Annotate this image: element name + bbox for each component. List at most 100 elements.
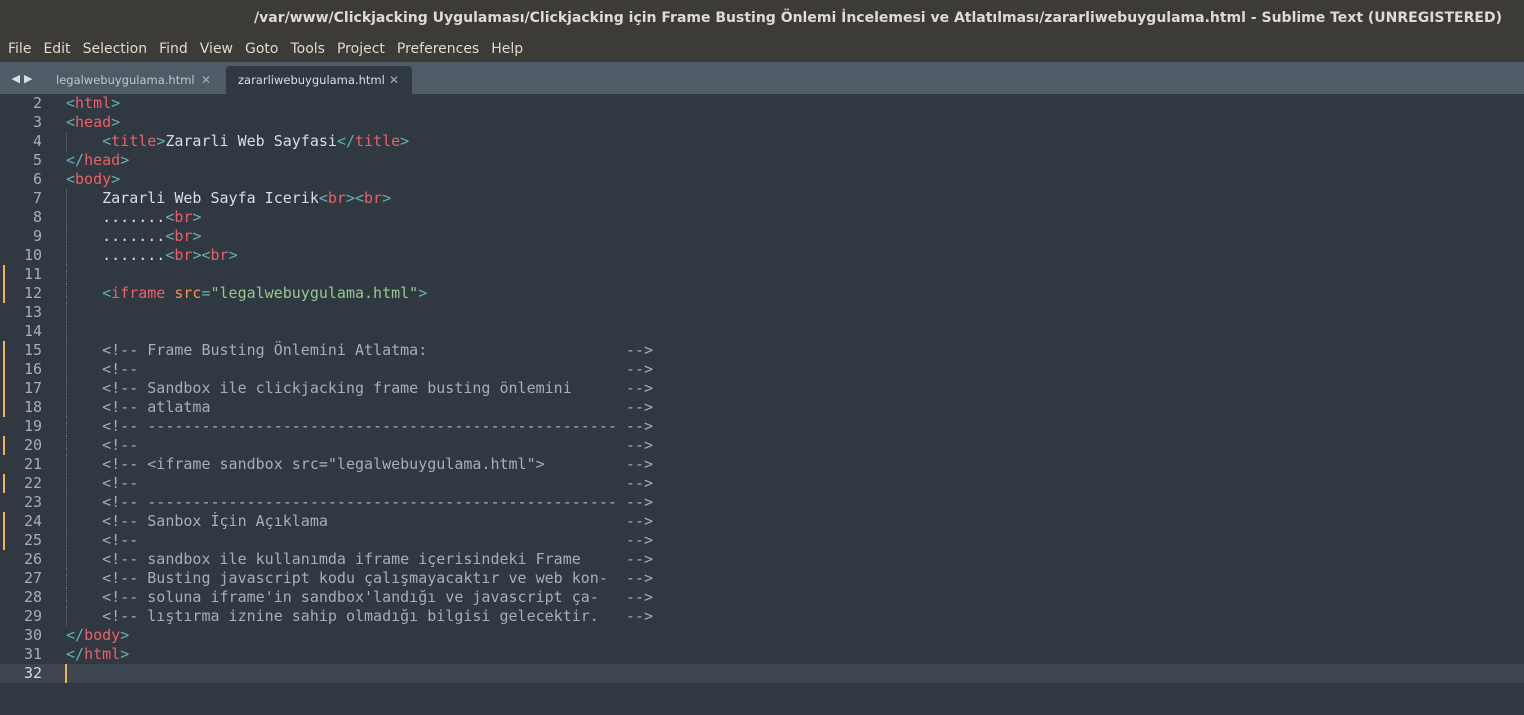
code-line[interactable]: 20 <!-- --> <box>0 436 1524 455</box>
code-line[interactable]: 4 <title>Zararli Web Sayfasi</title> <box>0 132 1524 151</box>
code-line[interactable]: 18 <!-- atlatma --> <box>0 398 1524 417</box>
menu-preferences[interactable]: Preferences <box>391 36 485 62</box>
code-line[interactable]: 26 <!-- sandbox ile kullanımda iframe iç… <box>0 550 1524 569</box>
code-token-str: "legalwebuygulama.html" <box>210 284 419 302</box>
menu-goto[interactable]: Goto <box>239 36 284 62</box>
code-line[interactable]: 5 </head> <box>0 151 1524 170</box>
code-line[interactable]: 27 <!-- Busting javascript kodu çalışmay… <box>0 569 1524 588</box>
code-editor[interactable]: 2 <html> 3 <head> 4 <title>Zararli Web Sayfa… <box>0 94 1524 715</box>
code-token-tag: head <box>75 113 112 131</box>
code-line[interactable]: 22 <!-- --> <box>0 474 1524 493</box>
code-token-tag: br <box>364 189 383 207</box>
menu-project[interactable]: Project <box>331 36 391 62</box>
code-line[interactable]: 14 <box>0 322 1524 341</box>
code-line[interactable]: 25 <!-- --> <box>0 531 1524 550</box>
line-number: 30 <box>23 626 42 644</box>
tab-next-icon[interactable]: ▶ <box>24 72 32 85</box>
tab-label: legalwebuygulama.html <box>56 73 195 87</box>
code-token-punct: < <box>66 94 76 112</box>
code-token-punct: > <box>400 132 410 150</box>
code-token-text: Zararli Web Sayfasi <box>165 132 337 150</box>
code-line[interactable]: 29 <!-- lıştırma iznine sahip olmadığı b… <box>0 607 1524 626</box>
code-text: <iframe src="legalwebuygulama.html"> <box>66 284 427 303</box>
code-line[interactable]: 17 <!-- Sandbox ile clickjacking frame b… <box>0 379 1524 398</box>
menu-help[interactable]: Help <box>485 36 529 62</box>
menu-tools[interactable]: Tools <box>284 36 331 62</box>
line-number: 14 <box>23 322 42 340</box>
code-line[interactable]: 2 <html> <box>0 94 1524 113</box>
close-icon[interactable]: ✕ <box>200 73 212 87</box>
close-icon[interactable]: ✕ <box>388 73 400 87</box>
code-token-comment: <!-- -----------------------------------… <box>66 417 653 435</box>
line-number: 12 <box>23 284 42 302</box>
code-text: .......<br> <box>66 227 201 246</box>
tab-bar: ◀ ▶ legalwebuygulama.html ✕ zararliwebuy… <box>0 62 1524 94</box>
code-token-punct: = <box>201 284 211 302</box>
code-line[interactable]: 13 <box>0 303 1524 322</box>
code-line[interactable]: 7 Zararli Web Sayfa Icerik<br><br> <box>0 189 1524 208</box>
code-line[interactable]: 9 .......<br> <box>0 227 1524 246</box>
tab-label: zararliwebuygulama.html <box>238 73 385 87</box>
line-number: 11 <box>23 265 42 283</box>
code-line[interactable]: 8 .......<br> <box>0 208 1524 227</box>
code-line[interactable]: 31 </html> <box>0 645 1524 664</box>
tab-prev-icon[interactable]: ◀ <box>12 72 20 85</box>
code-token-tag: head <box>84 151 121 169</box>
code-line[interactable]: 21 <!-- <iframe sandbox src="legalwebuyg… <box>0 455 1524 474</box>
code-line[interactable]: 28 <!-- soluna iframe'in sandbox'landığı… <box>0 588 1524 607</box>
code-token-tag: html <box>84 645 121 663</box>
code-text: .......<br><br> <box>66 246 237 265</box>
tab-zararliwebuygulama[interactable]: zararliwebuygulama.html ✕ <box>226 66 412 94</box>
code-token-punct: </ <box>66 151 85 169</box>
code-text: <!-- Sanbox İçin Açıklama --> <box>66 512 653 531</box>
code-token-punct: > <box>120 626 130 644</box>
code-token-comment: <!-- sandbox ile kullanımda iframe içeri… <box>66 550 653 568</box>
code-line[interactable]: 16 <!-- --> <box>0 360 1524 379</box>
line-number: 6 <box>32 170 42 188</box>
code-token-comment: <!-- Sanbox İçin Açıklama --> <box>66 512 653 530</box>
code-token-comment: <!-- atlatma --> <box>66 398 653 416</box>
code-line[interactable]: 15 <!-- Frame Busting Önlemini Atlatma: … <box>0 341 1524 360</box>
code-line[interactable]: 12 <iframe src="legalwebuygulama.html"> <box>0 284 1524 303</box>
code-line[interactable]: 30 </body> <box>0 626 1524 645</box>
code-token-text: ....... <box>66 227 166 245</box>
code-token-comment: <!-- Frame Busting Önlemini Atlatma: --> <box>66 341 653 359</box>
menu-selection[interactable]: Selection <box>77 36 154 62</box>
code-line[interactable]: 19 <!-- --------------------------------… <box>0 417 1524 436</box>
menu-edit[interactable]: Edit <box>37 36 76 62</box>
code-line[interactable]: 3 <head> <box>0 113 1524 132</box>
code-token-punct: > <box>111 170 121 188</box>
code-line[interactable]: 24 <!-- Sanbox İçin Açıklama --> <box>0 512 1524 531</box>
code-token-tag: br <box>174 246 193 264</box>
code-text: </body> <box>66 626 129 645</box>
menu-find[interactable]: Find <box>153 36 194 62</box>
code-text: <!-- <iframe sandbox src="legalwebuygula… <box>66 455 653 474</box>
code-text: <!-- sandbox ile kullanımda iframe içeri… <box>66 550 653 569</box>
code-text: <!-- Frame Busting Önlemini Atlatma: --> <box>66 341 653 360</box>
line-number: 26 <box>23 550 42 568</box>
menu-file[interactable]: File <box>2 36 37 62</box>
code-line[interactable]: 11 <box>0 265 1524 284</box>
line-number: 7 <box>32 189 42 207</box>
line-number: 8 <box>32 208 42 226</box>
code-token-punct: > <box>382 189 392 207</box>
menu-view[interactable]: View <box>194 36 239 62</box>
code-line[interactable]: 32 <box>0 664 1524 683</box>
tab-legalwebuygulama[interactable]: legalwebuygulama.html ✕ <box>44 66 224 94</box>
code-text: <!-- --> <box>66 531 653 550</box>
code-line[interactable]: 10 .......<br><br> <box>0 246 1524 265</box>
code-line[interactable]: 23 <!-- --------------------------------… <box>0 493 1524 512</box>
line-number: 31 <box>23 645 42 663</box>
code-token-text: Zararli Web Sayfa Icerik <box>66 189 319 207</box>
code-line[interactable]: 6 <body> <box>0 170 1524 189</box>
code-text: <!-- soluna iframe'in sandbox'landığı ve… <box>66 588 653 607</box>
window-title: /var/www/Clickjacking Uygulaması/Clickja… <box>254 10 1502 26</box>
code-token-comment: <!-- --> <box>66 436 653 454</box>
code-token-comment: <!-- Busting javascript kodu çalışmayaca… <box>66 569 653 587</box>
code-token-punct: > <box>120 151 130 169</box>
code-token-punct: > <box>418 284 428 302</box>
code-token-comment: <!-- Sandbox ile clickjacking frame bust… <box>66 379 653 397</box>
code-token-punct: < <box>102 284 112 302</box>
